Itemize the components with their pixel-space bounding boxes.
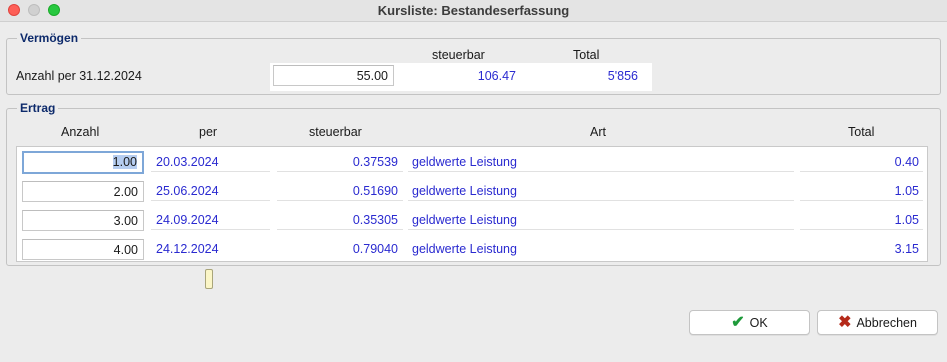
ertrag-row-2-total: 1.05 <box>800 181 923 201</box>
ertrag-row-4-per: 24.12.2024 <box>156 242 219 256</box>
ertrag-group-title: Ertrag <box>17 101 59 115</box>
resize-handle[interactable] <box>205 269 213 289</box>
vermoegen-group-title: Vermögen <box>17 31 82 45</box>
ertrag-header-total: Total <box>848 125 875 139</box>
ertrag-header-art: Art <box>590 125 606 139</box>
ertrag-row-3-steuerbar: 0.35305 <box>277 210 403 230</box>
ertrag-row-1-anzahl-selection: 1.00 <box>112 155 137 169</box>
ok-button[interactable]: ✔ OK <box>689 310 810 335</box>
ertrag-row-3-art: geldwerte Leistung <box>408 210 794 230</box>
ertrag-row-4-art: geldwerte Leistung <box>412 242 517 256</box>
vermoegen-header-steuerbar: steuerbar <box>432 48 485 62</box>
vermoegen-row-label: Anzahl per 31.12.2024 <box>16 69 142 83</box>
vermoegen-anzahl-input[interactable]: 55.00 <box>273 65 394 86</box>
ertrag-row-4-total: 3.15 <box>894 242 919 256</box>
ok-button-label: OK <box>749 315 768 330</box>
cross-icon: ✖ <box>838 313 852 331</box>
ertrag-row-4-anzahl-input[interactable]: 4.00 <box>22 239 144 260</box>
cancel-button-label: Abbrechen <box>856 315 917 330</box>
ertrag-row-2-anzahl-input[interactable]: 2.00 <box>22 181 144 202</box>
ertrag-row-2-steuerbar: 0.51690 <box>277 181 403 201</box>
vermoegen-total-value: 5'856 <box>607 69 638 83</box>
ertrag-row-1-total: 0.40 <box>800 152 923 172</box>
window-title: Kursliste: Bestandeserfassung <box>377 3 570 18</box>
ertrag-row-1-anzahl-input[interactable]: 1.00 <box>22 151 144 174</box>
title-bar: Kursliste: Bestandeserfassung <box>0 0 947 22</box>
ertrag-row-3-per: 24.09.2024 <box>151 210 270 230</box>
ertrag-row-2-art: geldwerte Leistung <box>408 181 794 201</box>
vermoegen-steuerbar-value: 106.47 <box>477 69 516 83</box>
ertrag-row-1-art: geldwerte Leistung <box>408 152 794 172</box>
ertrag-row-3-anzahl-input[interactable]: 3.00 <box>22 210 144 231</box>
ertrag-header-steuerbar: steuerbar <box>309 125 362 139</box>
ertrag-row-1-per: 20.03.2024 <box>151 152 270 172</box>
ertrag-row-3-total: 1.05 <box>800 210 923 230</box>
checkmark-icon: ✔ <box>731 313 745 331</box>
ertrag-header-anzahl: Anzahl <box>61 125 100 139</box>
ertrag-row-1-steuerbar: 0.37539 <box>277 152 403 172</box>
ertrag-row-2-per: 25.06.2024 <box>151 181 270 201</box>
cancel-button[interactable]: ✖ Abbrechen <box>817 310 938 335</box>
vermoegen-header-total: Total <box>573 48 600 62</box>
ertrag-row-4-steuerbar: 0.79040 <box>352 242 398 256</box>
ertrag-header-per: per <box>199 125 218 139</box>
